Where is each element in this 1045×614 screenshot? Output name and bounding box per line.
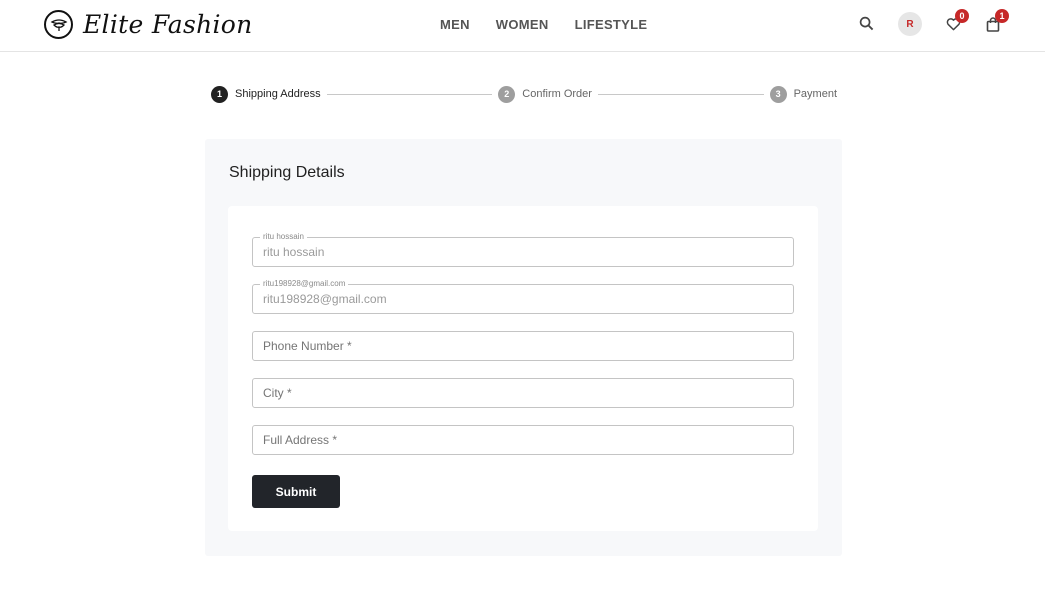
step-number: 1 [211,85,228,103]
email-field-wrapper: ritu198928@gmail.com [252,278,794,314]
address-field-wrapper [252,425,794,455]
brand-logo[interactable]: Elite Fashion [44,10,253,39]
phone-field-wrapper [252,331,794,361]
city-field-wrapper [252,378,794,408]
step-number: 3 [769,85,787,103]
wishlist-button[interactable]: 0 [943,9,969,34]
full-address-field[interactable] [253,426,793,454]
cart-button[interactable]: 1 [983,9,1009,34]
search-icon[interactable] [856,13,876,33]
checkout-stepper: 1 Shipping Address 2 Confirm Order 3 Pay… [211,85,837,103]
step-label: Shipping Address [235,88,321,100]
step-label: Payment [793,88,838,100]
step-confirm-order: 2 Confirm Order [498,85,592,103]
avatar[interactable]: R [898,12,922,36]
shipping-details-card: Shipping Details ritu hossain ritu198928… [205,139,842,556]
wishlist-count-badge: 0 [955,9,969,23]
nav-item-lifestyle[interactable]: LIFESTYLE [575,17,648,32]
submit-button[interactable]: Submit [252,475,340,508]
email-field-legend: ritu198928@gmail.com [260,278,349,290]
name-field[interactable] [253,238,793,266]
shipping-form: ritu hossain ritu198928@gmail.com Submit [228,206,818,531]
name-field-legend: ritu hossain [260,231,307,243]
step-payment: 3 Payment [769,85,838,103]
city-field[interactable] [253,379,793,407]
nav-item-men[interactable]: MEN [440,17,470,32]
name-field-wrapper: ritu hossain [252,231,794,267]
page-title: Shipping Details [229,164,345,181]
nav-item-women[interactable]: WOMEN [496,17,549,32]
step-connector [326,93,493,95]
site-header: Elite Fashion MEN WOMEN LIFESTYLE R 0 1 [0,0,1045,52]
brand-name: Elite Fashion [83,10,253,39]
step-shipping-address: 1 Shipping Address [211,85,321,103]
main-nav: MEN WOMEN LIFESTYLE [440,17,647,32]
logo-emblem-icon [44,10,73,39]
step-label: Confirm Order [522,88,592,100]
step-connector [597,93,764,95]
phone-number-field[interactable] [253,332,793,360]
cart-count-badge: 1 [995,9,1009,23]
step-number: 2 [498,85,516,103]
